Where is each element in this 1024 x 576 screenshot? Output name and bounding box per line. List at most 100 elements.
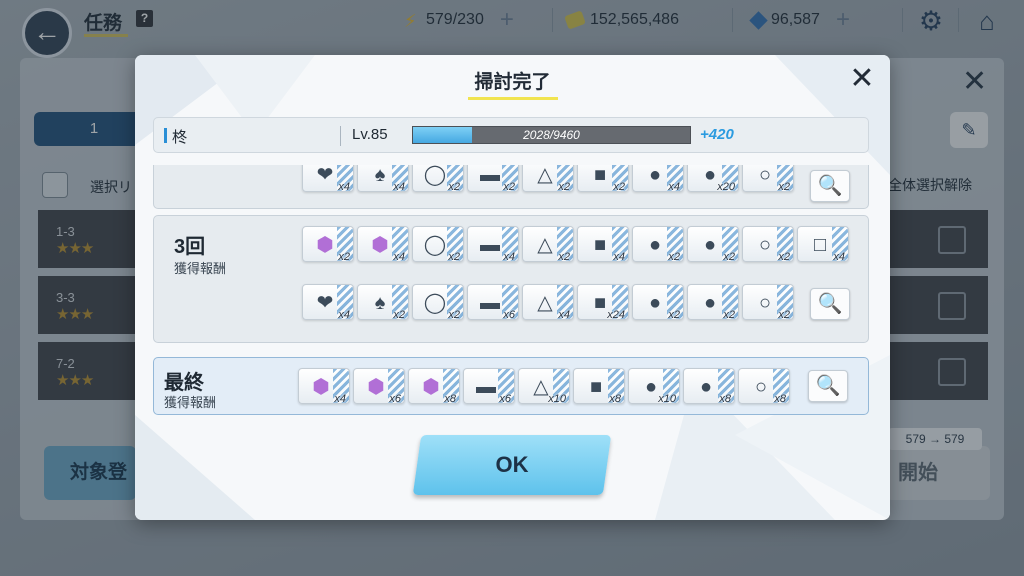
reward-item[interactable]: ■ x2 xyxy=(577,165,629,193)
item-icon: ○ xyxy=(754,376,768,398)
reward-item[interactable]: ● x2 xyxy=(687,284,739,321)
accent-mark xyxy=(164,128,167,143)
ok-button[interactable]: OK xyxy=(417,435,607,495)
close-icon[interactable]: ✕ xyxy=(845,62,879,96)
item-count: x2 xyxy=(448,181,460,193)
reward-item-character[interactable]: ⬢ x2 xyxy=(302,226,354,263)
reward-item[interactable]: △ x4 xyxy=(522,284,574,321)
item-icon: △ xyxy=(537,234,553,256)
reward-item[interactable]: ❤ x4 xyxy=(302,165,354,193)
round-sub-label: 獲得報酬 xyxy=(174,261,227,276)
hexagon-icon: ⬢ xyxy=(367,376,385,398)
item-count: x24 xyxy=(607,309,625,321)
item-count: x2 xyxy=(448,309,460,321)
reward-item[interactable]: ○ x2 xyxy=(742,165,794,193)
item-icon: ▬ xyxy=(480,292,500,314)
reward-item[interactable]: ○ x2 xyxy=(742,226,794,263)
item-count: x4 xyxy=(503,251,515,263)
reward-item[interactable]: ❤ x4 xyxy=(302,284,354,321)
item-count: x2 xyxy=(448,251,460,263)
divider xyxy=(340,126,341,146)
reward-item[interactable]: ♠ x2 xyxy=(357,284,409,321)
reward-item[interactable]: ● x2 xyxy=(687,226,739,263)
reward-item[interactable]: ● x8 xyxy=(683,368,735,405)
reward-item[interactable]: ▬ x2 xyxy=(467,165,519,193)
item-icon: ● xyxy=(648,165,662,186)
character-level: Lv.85 xyxy=(352,126,388,143)
reward-item-character[interactable]: ⬢ x6 xyxy=(353,368,405,405)
search-icon[interactable]: 🔍 xyxy=(810,288,850,320)
reward-item[interactable]: ● x2 xyxy=(632,226,684,263)
reward-round-3: 3回 獲得報酬 ⬢ x2 ⬢ x4 ◯ x2 ▬ x4 △ x2 ■ x4 ● x2 ● x2 ○ x2 □ x4 ❤… xyxy=(153,215,869,343)
item-count: x2 xyxy=(778,251,790,263)
reward-item[interactable]: ◯ x2 xyxy=(412,284,464,321)
reward-item-character[interactable]: ⬢ x4 xyxy=(298,368,350,405)
title-underline xyxy=(468,97,558,100)
reward-item[interactable]: ● x20 xyxy=(687,165,739,193)
reward-round-previous: ❤ x4 ♠ x4 ◯ x2 ▬ x2 △ x2 ■ x2 ● x4 ● x20 ○ x2 🔍 xyxy=(153,165,869,209)
item-count: x8 xyxy=(719,393,731,405)
search-icon[interactable]: 🔍 xyxy=(810,170,850,202)
item-icon: ■ xyxy=(593,165,607,186)
reward-item[interactable]: ○ x8 xyxy=(738,368,790,405)
reward-item[interactable]: ■ x24 xyxy=(577,284,629,321)
item-count: x6 xyxy=(389,393,401,405)
item-icon: ▬ xyxy=(480,165,500,186)
search-icon[interactable]: 🔍 xyxy=(808,370,848,402)
round-label: 3回 xyxy=(174,236,206,258)
reward-item[interactable]: ■ x8 xyxy=(573,368,625,405)
reward-item[interactable]: ● x4 xyxy=(632,165,684,193)
item-icon: ❤ xyxy=(316,165,334,186)
item-count: x10 xyxy=(548,393,566,405)
reward-item[interactable]: ▬ x6 xyxy=(463,368,515,405)
reward-item[interactable]: △ x2 xyxy=(522,226,574,263)
final-label: 最終 xyxy=(164,372,204,394)
item-icon: △ xyxy=(537,292,553,314)
item-count: x8 xyxy=(444,393,456,405)
reward-item[interactable]: ■ x4 xyxy=(577,226,629,263)
item-count: x4 xyxy=(668,181,680,193)
item-icon: ♠ xyxy=(374,292,386,314)
hexagon-icon: ⬢ xyxy=(316,234,334,256)
reward-item[interactable]: ● x10 xyxy=(628,368,680,405)
reward-item[interactable]: ♠ x4 xyxy=(357,165,409,193)
reward-item-character[interactable]: ⬢ x8 xyxy=(408,368,460,405)
reward-item[interactable]: □ x4 xyxy=(797,226,849,263)
reward-list[interactable]: ❤ x4 ♠ x4 ◯ x2 ▬ x2 △ x2 ■ x2 ● x4 ● x20 ○ x2 🔍 3回 獲得報酬 ⬢… xyxy=(153,165,869,357)
hexagon-icon: ⬢ xyxy=(422,376,440,398)
reward-item[interactable]: ◯ x2 xyxy=(412,165,464,193)
item-count: x2 xyxy=(668,309,680,321)
reward-item[interactable]: △ x10 xyxy=(518,368,570,405)
item-count: x2 xyxy=(668,251,680,263)
item-count: x4 xyxy=(393,181,405,193)
item-icon: ■ xyxy=(589,376,603,398)
item-icon: ◯ xyxy=(423,292,447,314)
item-icon: ♠ xyxy=(374,165,386,186)
item-count: x6 xyxy=(503,309,515,321)
item-icon: ◯ xyxy=(423,165,447,186)
reward-item[interactable]: ○ x2 xyxy=(742,284,794,321)
item-count: x4 xyxy=(393,251,405,263)
reward-item[interactable]: ◯ x2 xyxy=(412,226,464,263)
item-count: x2 xyxy=(503,181,515,193)
reward-item-character[interactable]: ⬢ x4 xyxy=(357,226,409,263)
item-count: x8 xyxy=(774,393,786,405)
item-count: x4 xyxy=(338,181,350,193)
item-icon: ○ xyxy=(758,292,772,314)
item-count: x4 xyxy=(338,309,350,321)
item-count: x2 xyxy=(558,181,570,193)
item-icon: ○ xyxy=(758,234,772,256)
item-icon: □ xyxy=(813,234,827,256)
item-icon: ● xyxy=(703,234,717,256)
reward-item[interactable]: ● x2 xyxy=(632,284,684,321)
item-count: x2 xyxy=(778,181,790,193)
item-count: x10 xyxy=(658,393,676,405)
item-count: x2 xyxy=(723,251,735,263)
reward-item[interactable]: △ x2 xyxy=(522,165,574,193)
reward-item[interactable]: ▬ x6 xyxy=(467,284,519,321)
item-icon: ◯ xyxy=(423,234,447,256)
item-count: x2 xyxy=(613,181,625,193)
item-count: x20 xyxy=(717,181,735,193)
reward-item[interactable]: ▬ x4 xyxy=(467,226,519,263)
hexagon-icon: ⬢ xyxy=(371,234,389,256)
